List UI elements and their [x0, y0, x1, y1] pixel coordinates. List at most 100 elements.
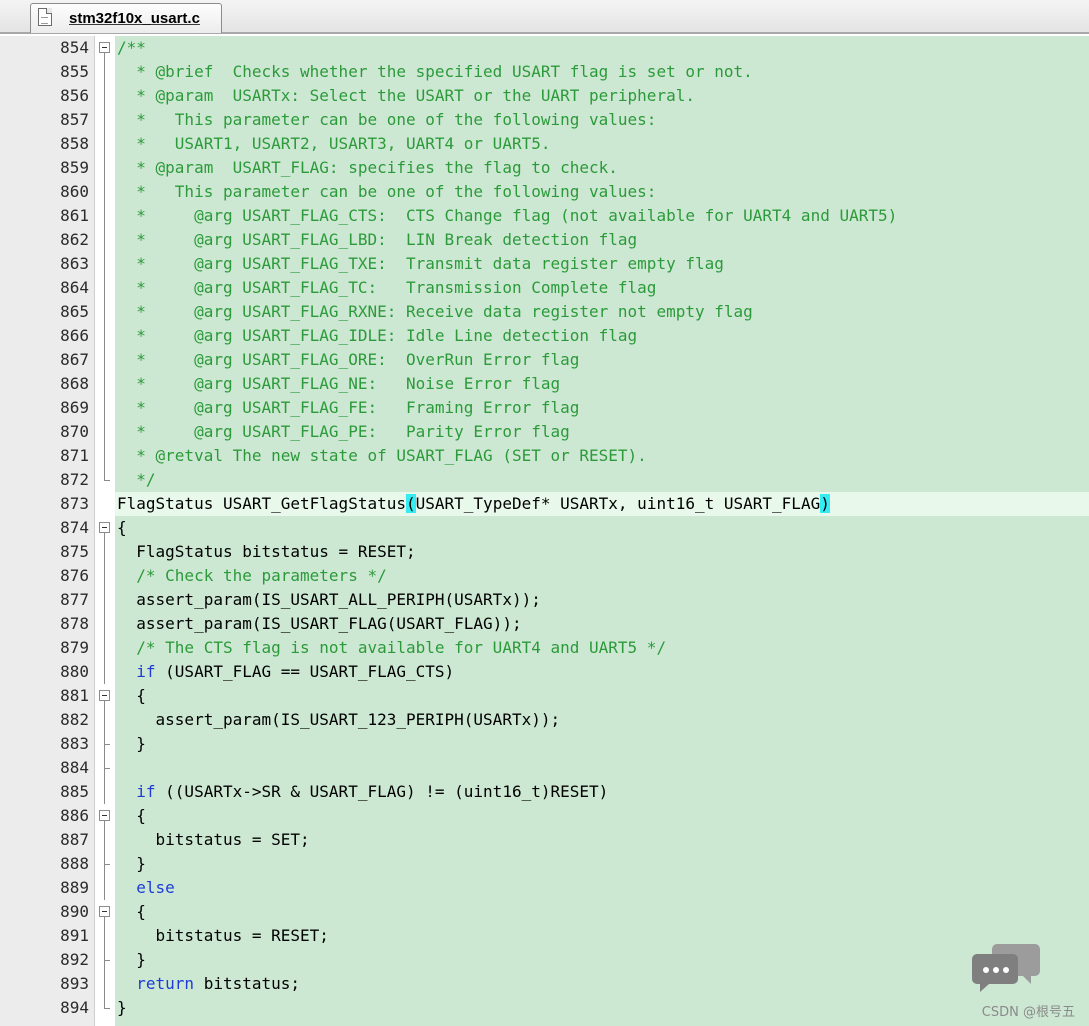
code-line[interactable]: 877 assert_param(IS_USART_ALL_PERIPH(USA…: [0, 588, 1089, 612]
code-text: /* Check the parameters */: [115, 564, 1089, 588]
code-token: * @arg USART_FLAG_IDLE: Idle Line detect…: [117, 326, 638, 345]
file-tab[interactable]: stm32f10x_usart.c: [30, 3, 222, 33]
fold-line: [97, 732, 115, 756]
code-line[interactable]: 856 * @param USARTx: Select the USART or…: [0, 84, 1089, 108]
line-number: 879: [60, 638, 89, 657]
code-line[interactable]: 869 * @arg USART_FLAG_FE: Framing Error …: [0, 396, 1089, 420]
line-number: 885: [60, 782, 89, 801]
code-line[interactable]: 876 /* Check the parameters */: [0, 564, 1089, 588]
code-line[interactable]: 878 assert_param(IS_USART_FLAG(USART_FLA…: [0, 612, 1089, 636]
fold-line: [97, 540, 115, 564]
fold-line: [97, 396, 115, 420]
code-token: {: [117, 686, 146, 705]
line-number: 881: [60, 686, 89, 705]
code-line[interactable]: 873 FlagStatus USART_GetFlagStatus(USART_…: [0, 492, 1089, 516]
code-editor[interactable]: 854 /** 855 * @brief Checks whether the sp…: [0, 36, 1089, 1026]
fold-line: [97, 132, 115, 156]
code-line[interactable]: 887 bitstatus = SET;: [0, 828, 1089, 852]
code-token: * @arg USART_FLAG_LBD: LIN Break detecti…: [117, 230, 638, 249]
code-line[interactable]: 883 }: [0, 732, 1089, 756]
line-number: 882: [60, 710, 89, 729]
code-line[interactable]: 892 }: [0, 948, 1089, 972]
code-text: if ((USARTx->SR & USART_FLAG) != (uint16…: [115, 780, 1089, 804]
code-line[interactable]: 874 {: [0, 516, 1089, 540]
code-line[interactable]: 868 * @arg USART_FLAG_NE: Noise Error fl…: [0, 372, 1089, 396]
fold-line: [97, 252, 115, 276]
line-number: 855: [60, 62, 89, 81]
code-token: /* The CTS flag is not available for UAR…: [117, 638, 667, 657]
code-line[interactable]: 890 {: [0, 900, 1089, 924]
code-line[interactable]: 888 }: [0, 852, 1089, 876]
fold-line: [97, 828, 115, 852]
code-line[interactable]: 886 {: [0, 804, 1089, 828]
code-line[interactable]: 875 FlagStatus bitstatus = RESET;: [0, 540, 1089, 564]
line-number: 883: [60, 734, 89, 753]
line-number: 878: [60, 614, 89, 633]
fold-toggle-icon[interactable]: [97, 516, 115, 540]
code-line[interactable]: 882 assert_param(IS_USART_123_PERIPH(USA…: [0, 708, 1089, 732]
code-token: FlagStatus bitstatus = RESET;: [117, 542, 416, 561]
fold-line: [97, 348, 115, 372]
fold-toggle-icon[interactable]: [97, 804, 115, 828]
code-line[interactable]: 866 * @arg USART_FLAG_IDLE: Idle Line de…: [0, 324, 1089, 348]
code-line[interactable]: 859 * @param USART_FLAG: specifies the f…: [0, 156, 1089, 180]
code-line[interactable]: 854 /**: [0, 36, 1089, 60]
code-line[interactable]: 858 * USART1, USART2, USART3, UART4 or U…: [0, 132, 1089, 156]
code-text: * @param USART_FLAG: specifies the flag …: [115, 156, 1089, 180]
code-token: * USART1, USART2, USART3, UART4 or UART5…: [117, 134, 551, 153]
code-line[interactable]: 885 if ((USARTx->SR & USART_FLAG) != (ui…: [0, 780, 1089, 804]
code-text: {: [115, 804, 1089, 828]
code-line[interactable]: 879 /* The CTS flag is not available for…: [0, 636, 1089, 660]
line-number: 856: [60, 86, 89, 105]
code-line[interactable]: 863 * @arg USART_FLAG_TXE: Transmit data…: [0, 252, 1089, 276]
code-line[interactable]: 872 */: [0, 468, 1089, 492]
code-line[interactable]: 893 return bitstatus;: [0, 972, 1089, 996]
code-line[interactable]: 855 * @brief Checks whether the specifie…: [0, 60, 1089, 84]
fold-toggle-icon[interactable]: [97, 684, 115, 708]
code-line[interactable]: 881 {: [0, 684, 1089, 708]
code-text: * @arg USART_FLAG_RXNE: Receive data reg…: [115, 300, 1089, 324]
line-number: 867: [60, 350, 89, 369]
code-text: * @brief Checks whether the specified US…: [115, 60, 1089, 84]
line-number: 866: [60, 326, 89, 345]
fold-end: [97, 996, 115, 1020]
code-line[interactable]: 884: [0, 756, 1089, 780]
fold-toggle-icon[interactable]: [97, 36, 115, 60]
line-number: 894: [60, 998, 89, 1017]
code-line[interactable]: 867 * @arg USART_FLAG_ORE: OverRun Error…: [0, 348, 1089, 372]
fold-line: [97, 708, 115, 732]
code-line[interactable]: 864 * @arg USART_FLAG_TC: Transmission C…: [0, 276, 1089, 300]
document-icon: [38, 8, 52, 26]
code-line[interactable]: 889 else: [0, 876, 1089, 900]
fold-toggle-icon[interactable]: [97, 900, 115, 924]
code-line[interactable]: 894}: [0, 996, 1089, 1020]
code-text: FlagStatus USART_GetFlagStatus(USART_Typ…: [115, 492, 1089, 516]
fold-line: [97, 84, 115, 108]
code-line[interactable]: 871 * @retval The new state of USART_FLA…: [0, 444, 1089, 468]
code-line[interactable]: 862 * @arg USART_FLAG_LBD: LIN Break det…: [0, 228, 1089, 252]
code-token: * @arg USART_FLAG_CTS: CTS Change flag (…: [117, 206, 898, 225]
code-text: {: [115, 516, 1089, 540]
fold-line: [97, 156, 115, 180]
code-token: * @arg USART_FLAG_PE: Parity Error flag: [117, 422, 570, 441]
code-line[interactable]: 891 bitstatus = RESET;: [0, 924, 1089, 948]
code-token: USART_TypeDef* USARTx, uint16_t USART_FL…: [415, 494, 821, 513]
fold-line: [97, 228, 115, 252]
code-text: if (USART_FLAG == USART_FLAG_CTS): [115, 660, 1089, 684]
code-token: assert_param(IS_USART_123_PERIPH(USARTx)…: [117, 710, 561, 729]
code-text: return bitstatus;: [115, 972, 1089, 996]
fold-line: [97, 852, 115, 876]
fold-line: [97, 636, 115, 660]
code-text: bitstatus = RESET;: [115, 924, 1089, 948]
code-line[interactable]: 857 * This parameter can be one of the f…: [0, 108, 1089, 132]
code-line[interactable]: 870 * @arg USART_FLAG_PE: Parity Error f…: [0, 420, 1089, 444]
code-text: * @retval The new state of USART_FLAG (S…: [115, 444, 1089, 468]
code-token: if: [117, 662, 156, 681]
code-text: bitstatus = SET;: [115, 828, 1089, 852]
code-token: /* Check the parameters */: [117, 566, 387, 585]
code-line[interactable]: 860 * This parameter can be one of the f…: [0, 180, 1089, 204]
code-line[interactable]: 861 * @arg USART_FLAG_CTS: CTS Change fl…: [0, 204, 1089, 228]
code-line[interactable]: 880 if (USART_FLAG == USART_FLAG_CTS): [0, 660, 1089, 684]
code-line[interactable]: 865 * @arg USART_FLAG_RXNE: Receive data…: [0, 300, 1089, 324]
line-number: 886: [60, 806, 89, 825]
